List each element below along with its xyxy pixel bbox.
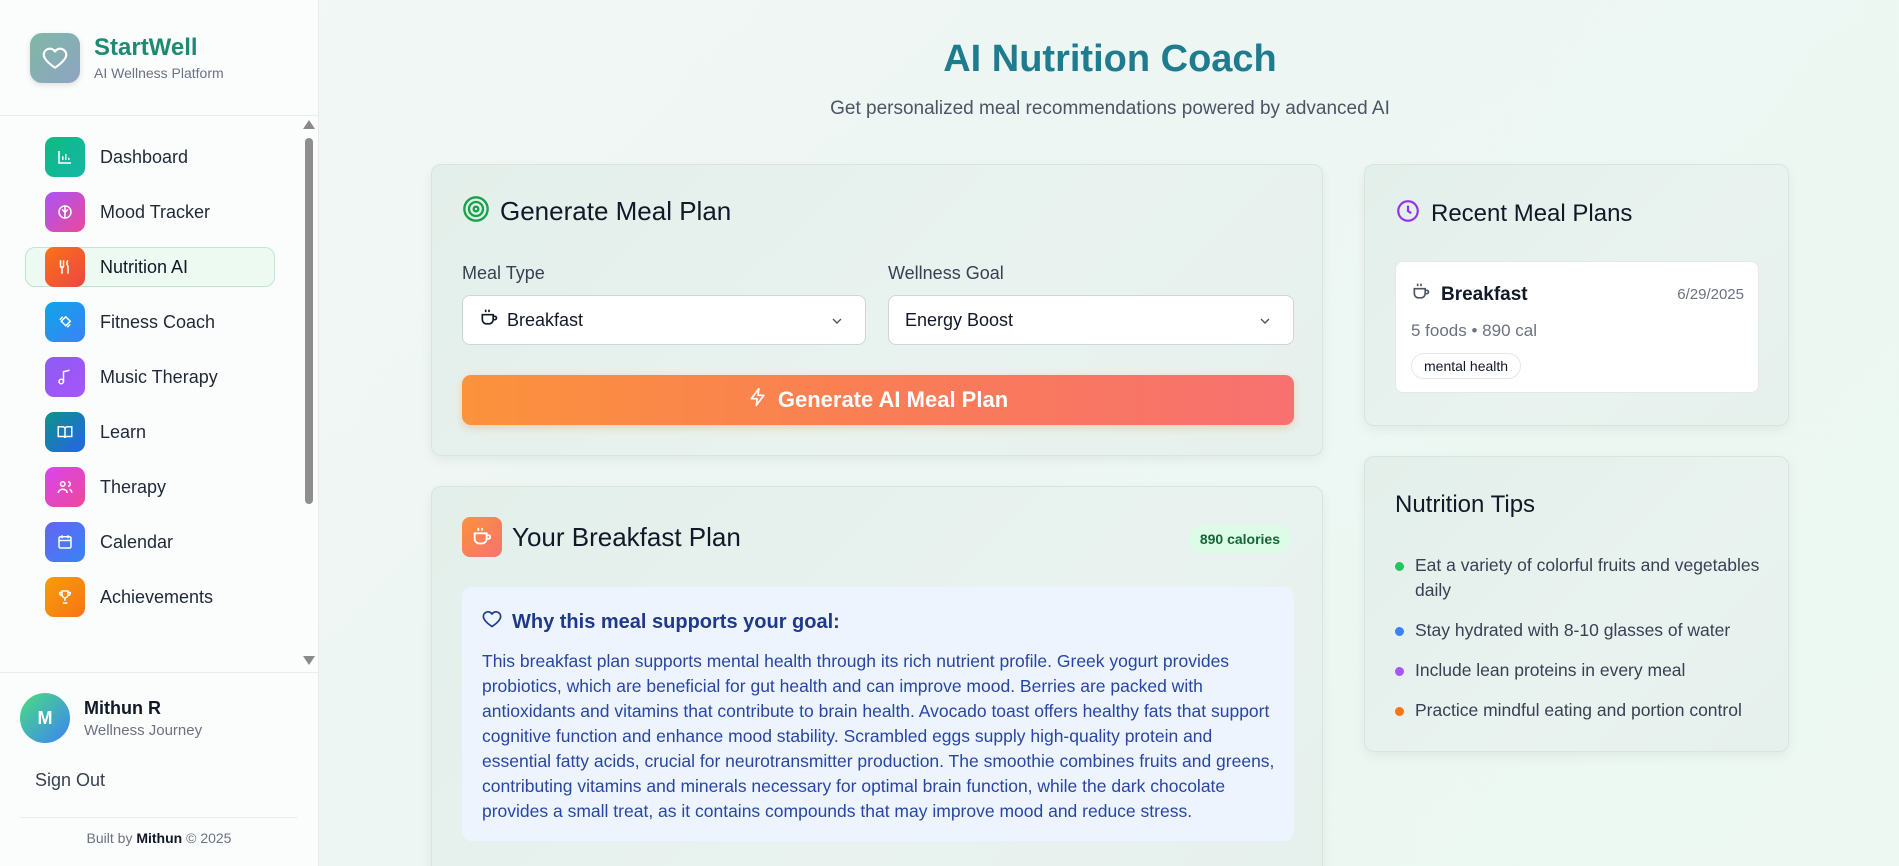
utensils-icon	[45, 247, 85, 287]
plan-title: Your Breakfast Plan	[512, 521, 741, 552]
why-title-row: Why this meal supports your goal:	[482, 609, 840, 635]
target-icon	[462, 195, 490, 228]
recent-meal-tag: mental health	[1411, 353, 1522, 379]
meal-type-select[interactable]: Breakfast	[462, 295, 866, 345]
clock-icon	[1395, 198, 1421, 229]
recent-meal-plans-card: Recent Meal Plans Breakfast 6/29/2025 5 …	[1364, 164, 1789, 426]
generate-meal-plan-button[interactable]: Generate AI Meal Plan	[462, 375, 1294, 425]
tip-text: Include lean proteins in every meal	[1415, 660, 1686, 680]
divider	[0, 672, 318, 673]
recent-meal-date: 6/29/2025	[1677, 286, 1744, 303]
divider	[0, 115, 318, 116]
recent-meal-title: Breakfast	[1441, 283, 1528, 305]
calendar-icon	[45, 522, 85, 562]
generate-button-label: Generate AI Meal Plan	[777, 387, 1009, 412]
sidebar-item-label: Achievements	[100, 586, 214, 607]
avatar: M	[20, 693, 70, 743]
generate-meal-plan-card: Generate Meal Plan Meal Type Breakfast W…	[431, 164, 1323, 456]
footer-suffix: © 2025	[186, 830, 232, 846]
book-icon	[45, 412, 85, 452]
list-item: Stay hydrated with 8-10 glasses of water	[1395, 618, 1765, 643]
wellness-goal-select[interactable]: Energy Boost	[888, 295, 1294, 345]
chevron-down-icon	[1257, 313, 1273, 334]
bullet-dot	[1395, 627, 1404, 636]
nutrition-tips-card: Nutrition Tips Eat a variety of colorful…	[1364, 456, 1789, 752]
user-name: Mithun R	[84, 697, 161, 718]
coffee-icon	[1411, 282, 1431, 307]
page-subtitle: Get personalized meal recommendations po…	[830, 98, 1390, 119]
why-meal-box: Why this meal supports your goal: This b…	[462, 587, 1294, 841]
scroll-up-icon[interactable]	[303, 120, 315, 129]
music-note-icon	[45, 357, 85, 397]
sidebar-item-nutrition-ai[interactable]: Nutrition AI	[25, 247, 275, 287]
card-title: Recent Meal Plans	[1431, 199, 1633, 227]
sidebar-item-achievements[interactable]: Achievements	[25, 577, 275, 617]
sidebar-item-label: Learn	[100, 421, 147, 442]
wellness-goal-value: Energy Boost	[905, 309, 1014, 330]
sign-out-button[interactable]: Sign Out	[35, 770, 105, 791]
tip-text: Stay hydrated with 8-10 glasses of water	[1415, 620, 1731, 640]
sidebar-item-therapy[interactable]: Therapy	[25, 467, 275, 507]
sidebar-item-mood-tracker[interactable]: Mood Tracker	[25, 192, 275, 232]
footer-author: Mithun	[136, 830, 183, 846]
sidebar-item-label: Fitness Coach	[100, 311, 216, 332]
scroll-down-icon[interactable]	[303, 656, 315, 665]
tip-text: Practice mindful eating and portion cont…	[1415, 700, 1742, 720]
wellness-goal-label: Wellness Goal	[888, 263, 1004, 283]
list-item: Practice mindful eating and portion cont…	[1395, 698, 1765, 723]
coffee-icon	[462, 517, 502, 557]
brand-name: StartWell	[94, 33, 198, 61]
sidebar-item-label: Calendar	[100, 531, 174, 552]
sidebar-item-learn[interactable]: Learn	[25, 412, 275, 452]
calories-badge: 890 calories	[1187, 525, 1292, 553]
list-item: Include lean proteins in every meal	[1395, 658, 1765, 683]
bullet-dot	[1395, 707, 1404, 716]
scroll-thumb[interactable]	[305, 138, 313, 504]
chevron-down-icon	[829, 313, 845, 334]
divider	[20, 817, 298, 818]
footer-credit: Built by Mithun © 2025	[0, 830, 318, 846]
sidebar-item-label: Music Therapy	[100, 366, 218, 387]
bullet-dot	[1395, 667, 1404, 676]
sidebar-item-dashboard[interactable]: Dashboard	[25, 137, 275, 177]
bar-chart-icon	[45, 137, 85, 177]
footer-prefix: Built by	[86, 830, 133, 846]
sidebar-item-label: Dashboard	[100, 146, 189, 167]
sidebar-item-fitness-coach[interactable]: Fitness Coach	[25, 302, 275, 342]
meal-type-value: Breakfast	[507, 309, 584, 330]
coffee-icon	[479, 308, 499, 333]
dumbbell-icon	[45, 302, 85, 342]
brand-subtitle: AI Wellness Platform	[94, 65, 224, 82]
heart-icon	[482, 609, 502, 635]
why-title: Why this meal supports your goal:	[512, 610, 840, 633]
page-title: AI Nutrition Coach	[943, 38, 1277, 80]
sidebar-item-label: Mood Tracker	[100, 201, 211, 222]
meal-plan-card: Your Breakfast Plan 890 calories Why thi…	[431, 486, 1323, 866]
heart-icon	[30, 33, 80, 83]
sidebar-item-calendar[interactable]: Calendar	[25, 522, 275, 562]
card-title: Generate Meal Plan	[500, 196, 732, 226]
sidebar-item-music-therapy[interactable]: Music Therapy	[25, 357, 275, 397]
lightning-icon	[748, 387, 768, 413]
sidebar-nav: Dashboard Mood Tracker Nutrition AI Fitn…	[25, 137, 275, 632]
trophy-icon	[45, 577, 85, 617]
user-profile[interactable]: M Mithun R Wellness Journey	[20, 693, 202, 743]
recent-meal-meta: 5 foods • 890 cal	[1411, 321, 1537, 340]
sidebar-item-label: Therapy	[100, 476, 167, 497]
brain-icon	[45, 192, 85, 232]
tips-list: Eat a variety of colorful fruits and veg…	[1395, 553, 1765, 738]
recent-meal-item[interactable]: Breakfast 6/29/2025 5 foods • 890 cal me…	[1395, 261, 1759, 393]
sidebar: StartWell AI Wellness Platform Dashboard…	[0, 0, 319, 866]
users-icon	[45, 467, 85, 507]
why-text: This breakfast plan supports mental heal…	[482, 651, 1275, 821]
user-role: Wellness Journey	[84, 721, 203, 739]
scrollbar[interactable]	[303, 120, 315, 665]
list-item: Eat a variety of colorful fruits and veg…	[1395, 553, 1765, 603]
bullet-dot	[1395, 562, 1404, 571]
card-title: Nutrition Tips	[1395, 491, 1536, 518]
sidebar-item-label: Nutrition AI	[100, 256, 189, 277]
tip-text: Eat a variety of colorful fruits and veg…	[1415, 555, 1760, 600]
brand[interactable]: StartWell AI Wellness Platform	[30, 33, 224, 83]
meal-type-label: Meal Type	[462, 263, 545, 283]
